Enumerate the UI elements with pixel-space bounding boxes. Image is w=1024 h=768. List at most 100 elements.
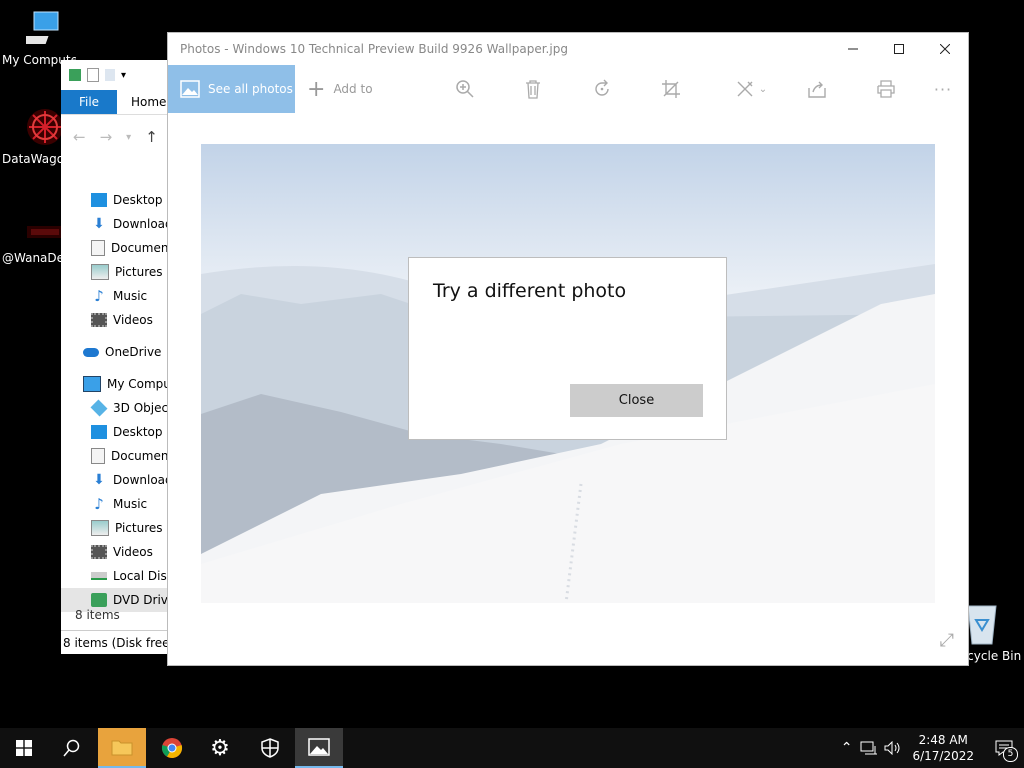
add-to-button[interactable]: + Add to: [307, 77, 373, 102]
videos-icon: [91, 545, 107, 559]
gear-icon: ⚙: [210, 735, 230, 761]
tree-item-pictures[interactable]: Pictures: [61, 260, 171, 284]
tree-item-label: Documents: [111, 449, 171, 463]
tree-item-label: Videos: [113, 313, 153, 327]
see-all-photos-button[interactable]: See all photos: [168, 65, 295, 113]
tree-item-videos[interactable]: Videos: [61, 540, 171, 564]
share-button[interactable]: [802, 65, 832, 113]
computer-icon: [83, 376, 101, 392]
add-to-label: Add to: [333, 82, 373, 96]
clock[interactable]: 2:48 AM 6/17/2022: [912, 732, 974, 764]
minimize-button[interactable]: [830, 33, 876, 65]
tree-item-label: Pictures: [115, 265, 163, 279]
tree-item-onedrive[interactable]: OneDrive: [61, 340, 171, 364]
more-options-button[interactable]: ···: [928, 65, 958, 113]
tree-item-videos[interactable]: Videos: [61, 308, 171, 332]
videos-icon: [91, 313, 107, 327]
status-item-count: 8 items: [75, 608, 120, 622]
tree-item-label: Desktop: [113, 193, 163, 207]
status-bar: 8 items (Disk free space: [61, 630, 171, 654]
tree-item-music[interactable]: ♪ Music: [61, 492, 171, 516]
tree-item-label: Music: [113, 497, 148, 511]
action-center-button[interactable]: 5: [984, 728, 1024, 768]
tree-item-my-computer[interactable]: My Computer: [61, 372, 171, 396]
tab-home[interactable]: Home: [117, 90, 166, 114]
chevron-down-icon[interactable]: ▾: [126, 132, 131, 143]
crop-button[interactable]: [656, 65, 686, 113]
pictures-icon: [91, 520, 109, 536]
expand-icon[interactable]: ⤢: [940, 630, 954, 651]
music-icon: ♪: [94, 495, 104, 513]
tree-item-label: OneDrive: [105, 345, 162, 359]
windows-logo-icon: [16, 740, 32, 756]
system-tray: ⌃ 2:48 AM 6/17/2022 5: [841, 728, 1024, 768]
documents-icon: [91, 240, 105, 256]
edit-create-button[interactable]: ⌄: [729, 65, 773, 113]
tree-item-desktop[interactable]: Desktop: [61, 188, 171, 212]
local-disk-icon: [91, 572, 107, 580]
tree-item-label: My Computer: [107, 377, 171, 391]
taskbar-chrome[interactable]: [148, 728, 196, 768]
tree-item-label: Pictures: [115, 521, 163, 535]
close-icon: [940, 44, 950, 54]
plus-icon: +: [307, 76, 326, 102]
tree-item-pictures[interactable]: Pictures: [61, 516, 171, 540]
taskbar-settings[interactable]: ⚙: [196, 728, 244, 768]
taskbar-photos[interactable]: [295, 728, 343, 768]
title-bar[interactable]: Photos - Windows 10 Technical Preview Bu…: [168, 33, 968, 65]
volume-icon[interactable]: [884, 741, 902, 755]
back-arrow-icon[interactable]: ←: [73, 128, 86, 146]
see-all-photos-label: See all photos: [208, 82, 293, 96]
taskbar-security[interactable]: [246, 728, 294, 768]
file-explorer-icon: [111, 740, 133, 756]
tree-item-documents[interactable]: Documents: [61, 444, 171, 468]
rotate-button[interactable]: [587, 65, 617, 113]
tree-item-documents[interactable]: Documents: [61, 236, 171, 260]
network-icon[interactable]: [860, 741, 878, 755]
taskbar-file-explorer[interactable]: [98, 728, 146, 768]
photo-gallery-icon: [180, 80, 200, 98]
quick-access-toolbar: ▾: [61, 60, 171, 90]
close-window-button[interactable]: [922, 33, 968, 65]
search-icon: [63, 739, 80, 757]
tree-item-label: Music: [113, 289, 148, 303]
tree-item-downloads[interactable]: ⬇ Downloads: [61, 212, 171, 236]
tree-item-local-disk[interactable]: Local Disk: [61, 564, 171, 588]
print-button[interactable]: [871, 65, 901, 113]
up-arrow-icon[interactable]: ↑: [145, 128, 158, 146]
tree-item-music[interactable]: ♪ Music: [61, 284, 171, 308]
dialog-title: Try a different photo: [433, 280, 627, 302]
desktop-icon: [91, 193, 107, 207]
tree-item-label: Videos: [113, 545, 153, 559]
maximize-button[interactable]: [876, 33, 922, 65]
forward-arrow-icon[interactable]: →: [100, 128, 113, 146]
tree-item-label: Documents: [111, 241, 171, 255]
tree-item-label: 3D Objects: [113, 401, 171, 415]
ribbon-tabs: File Home: [61, 90, 171, 115]
delete-button[interactable]: [518, 65, 548, 113]
close-button[interactable]: Close: [570, 384, 703, 417]
tree-item-downloads[interactable]: ⬇ Downloads: [61, 468, 171, 492]
shield-icon: [261, 738, 279, 758]
tab-file[interactable]: File: [61, 90, 117, 114]
tree-item-label: DVD Drive: [113, 593, 171, 607]
crop-icon: [662, 80, 680, 98]
zoom-button[interactable]: [450, 65, 480, 113]
recycle-bin-icon: [967, 605, 997, 645]
properties-icon[interactable]: [69, 69, 81, 81]
photos-app-icon: [308, 738, 330, 756]
tree-item-desktop[interactable]: Desktop: [61, 420, 171, 444]
checklist-icon[interactable]: [87, 68, 99, 82]
tree-item-3d-objects[interactable]: 3D Objects: [61, 396, 171, 420]
documents-icon: [91, 448, 105, 464]
chevron-up-icon[interactable]: ⌃: [841, 740, 853, 756]
start-button[interactable]: [0, 728, 48, 768]
new-folder-icon[interactable]: [105, 69, 115, 81]
notification-count-badge: 5: [1003, 747, 1018, 762]
clock-date: 6/17/2022: [912, 749, 974, 763]
desktop-icon-my-computer[interactable]: My Computer: [2, 10, 76, 67]
edit-tools-icon: [737, 81, 753, 97]
search-button[interactable]: [48, 728, 96, 768]
share-icon: [808, 81, 826, 98]
chevron-down-icon[interactable]: ▾: [121, 70, 126, 81]
